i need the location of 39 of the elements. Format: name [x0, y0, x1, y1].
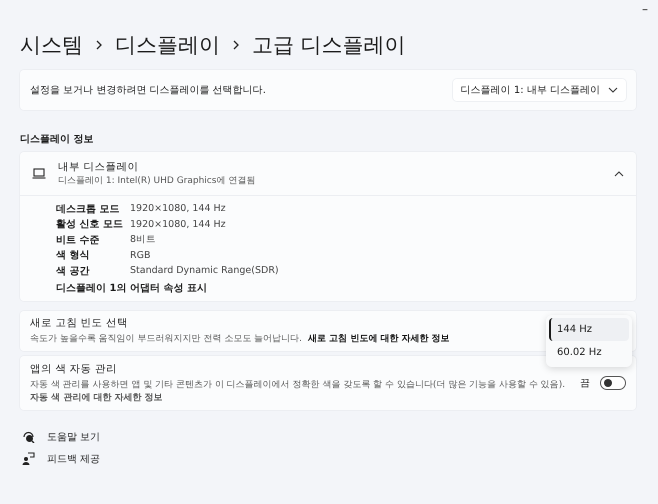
adapter-properties-link[interactable]: 디스플레이 1의 어댑터 속성 표시	[56, 280, 636, 294]
info-label: 활성 신호 모드	[56, 218, 124, 232]
refresh-rate-description: 속도가 높을수록 움직임이 부드러워지지만 전력 소모도 늘어납니다.	[30, 333, 302, 345]
info-label: 비트 수준	[56, 234, 100, 247]
collapse-chevron-icon[interactable]	[614, 170, 624, 176]
info-value: 1920×1080, 144 Hz	[130, 203, 226, 214]
auto-color-title: 앱의 색 자동 관리	[30, 362, 118, 376]
breadcrumb-item[interactable]: 디스플레이	[115, 31, 220, 59]
info-label: 색 형식	[56, 249, 90, 262]
display-subtitle: 디스플레이 1: Intel(R) UHD Graphics에 연결됨	[58, 175, 256, 187]
info-label: 데스크톱 모드	[56, 202, 120, 216]
breadcrumb-item[interactable]: 시스템	[20, 31, 83, 59]
select-label: 설정을 보거나 변경하려면 디스플레이를 선택합니다.	[30, 84, 266, 97]
info-value: RGB	[130, 250, 150, 261]
toggle-switch[interactable]	[600, 376, 626, 390]
chevron-icon	[232, 39, 240, 51]
help-icon	[22, 430, 35, 443]
footer-link[interactable]: 피드백 제공	[47, 452, 100, 466]
section-title: 디스플레이 정보	[20, 133, 94, 146]
info-label: 색 공간	[56, 264, 90, 278]
breadcrumb-item: 고급 디스플레이	[252, 32, 406, 59]
footer-link[interactable]: 도움말 보기	[47, 430, 100, 444]
refresh-rate-option[interactable]: 144 Hz	[549, 318, 629, 340]
info-value: 8비트	[130, 233, 156, 246]
laptop-icon	[32, 168, 46, 179]
feedback-icon	[22, 452, 35, 465]
display-dropdown[interactable]: 디스플레이 1: 내부 디스플레이	[452, 79, 626, 101]
toggle-state-label: 끔	[580, 376, 590, 390]
auto-color-info-link[interactable]: 자동 색 관리에 대한 자세한 정보	[30, 392, 163, 402]
refresh-rate-option[interactable]: 60.02 Hz	[549, 340, 629, 364]
auto-color-description: 자동 색 관리를 사용하면 앱 및 기타 콘텐츠가 이 디스플레이에서 정확한 색을 갖도록 할 수 있습니다(더 많은 기능을 사용할 수 있음). 자동 색 관리에 대한 자세한 정보	[30, 378, 566, 404]
refresh-rate-info-link[interactable]: 새로 고침 빈도에 대한 자세한 정보	[308, 332, 450, 345]
chevron-down-icon	[608, 87, 618, 93]
info-value: 1920×1080, 144 Hz	[130, 218, 226, 230]
display-name: 내부 디스플레이	[58, 160, 140, 174]
chevron-icon	[95, 39, 103, 51]
minimize-button[interactable]: –	[642, 2, 648, 16]
info-value: Standard Dynamic Range(SDR)	[130, 265, 279, 276]
refresh-rate-title: 새로 고침 빈도 선택	[30, 316, 130, 330]
